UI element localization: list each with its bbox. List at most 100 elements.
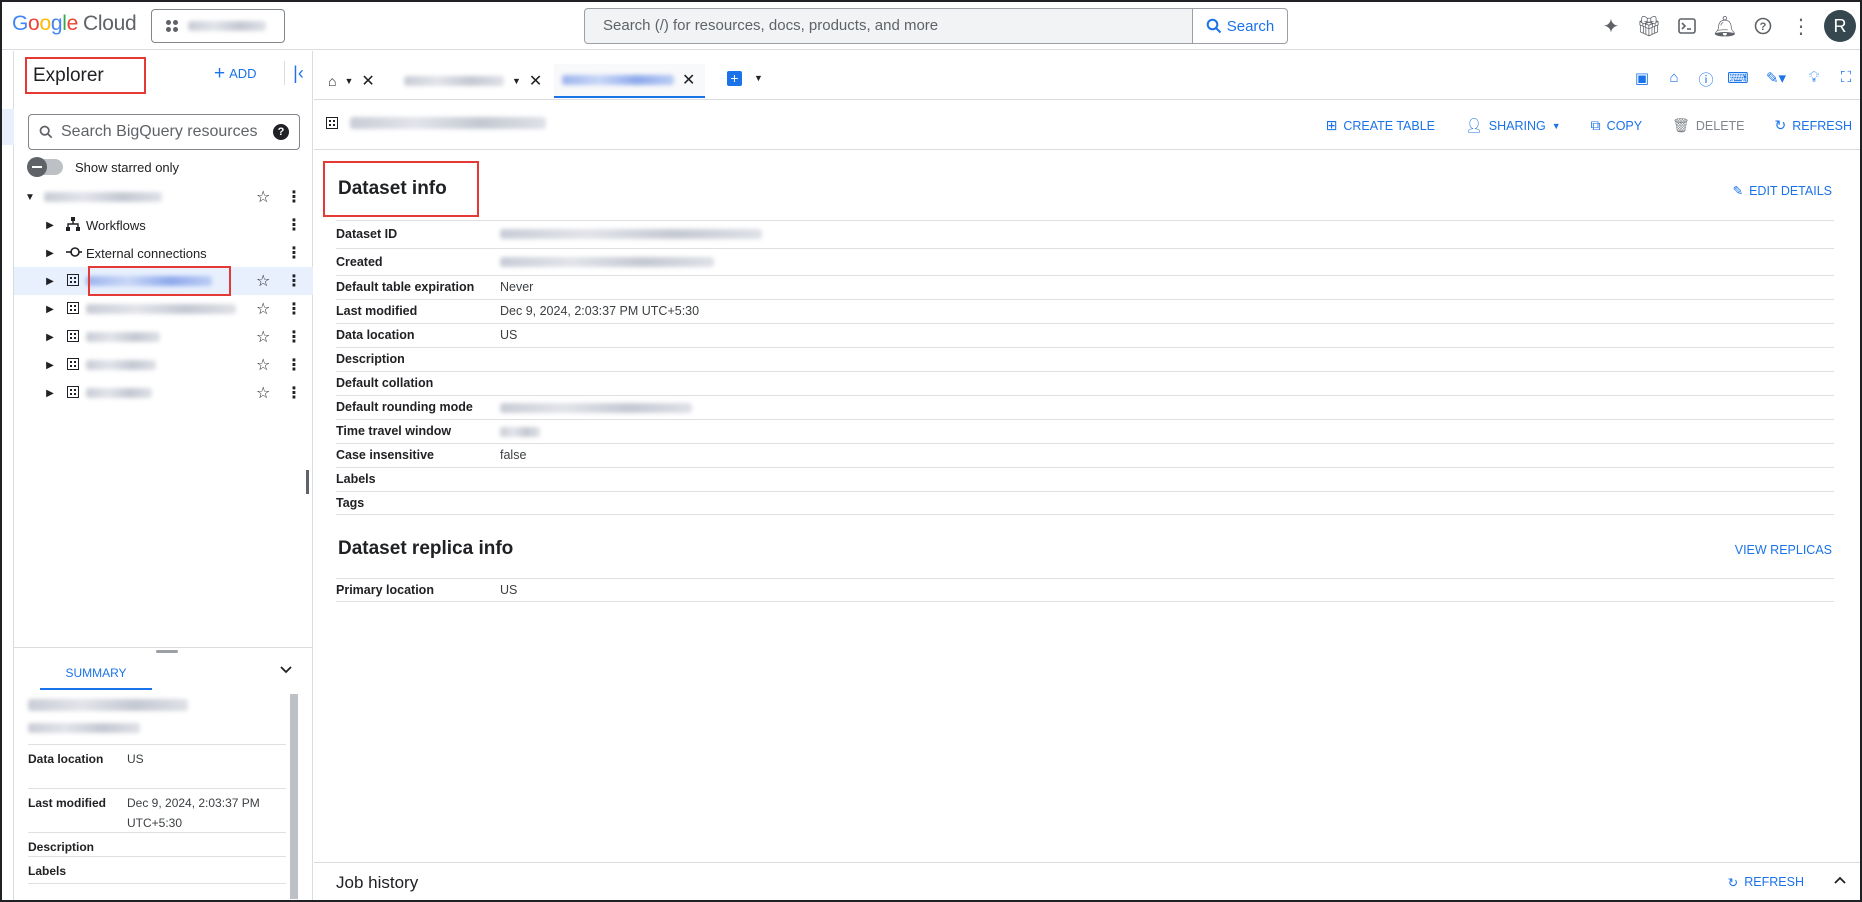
info-row-tags: Tags [336, 491, 1834, 515]
global-search-button[interactable]: Search [1192, 9, 1287, 43]
caret-down-icon[interactable]: ▼ [24, 192, 36, 203]
time-travel-redacted [500, 427, 540, 437]
caret-right-icon[interactable]: ▶ [44, 304, 56, 315]
caret-down-icon[interactable]: ▼ [512, 76, 521, 86]
more-options-icon[interactable]: ⋮ [286, 383, 302, 403]
dataset-name-redacted [86, 332, 160, 342]
project-picker-button[interactable] [151, 9, 285, 43]
close-icon[interactable]: ✕ [682, 70, 695, 90]
caret-right-icon[interactable]: ▶ [44, 388, 56, 399]
star-icon[interactable]: ☆ [256, 355, 270, 375]
panel-resize-handle[interactable] [306, 470, 309, 494]
fullscreen-icon[interactable]: ⛶ [1830, 69, 1862, 90]
summary-project-name [28, 720, 140, 738]
summary-dataset-name [28, 698, 188, 716]
drag-handle[interactable] [156, 650, 178, 653]
dataset-icon [326, 117, 338, 129]
chevron-down-icon[interactable] [280, 662, 292, 677]
tree-item-dataset[interactable]: ▶ ☆ ⋮ [14, 351, 313, 379]
info-row-default-table-expiration: Default table expiration Never [336, 275, 1834, 299]
google-cloud-logo[interactable]: Google Cloud [12, 12, 137, 36]
magic-wand-icon[interactable]: ✎▾ [1754, 69, 1798, 90]
copy-icon: ⧉ [1590, 117, 1601, 133]
screen-settings-icon[interactable]: ▣ [1626, 69, 1658, 90]
more-options-icon[interactable]: ⋮ [286, 215, 302, 235]
star-icon[interactable]: ☆ [256, 187, 270, 207]
star-icon[interactable]: ☆ [256, 299, 270, 319]
sharing-button[interactable]: 👤︎ SHARING ▼ [1465, 117, 1561, 134]
help-icon[interactable]: ? [273, 124, 289, 140]
search-icon [39, 125, 53, 139]
help-icon[interactable]: ? [1744, 8, 1782, 44]
tab-home[interactable]: ⌂ ▼ ✕ [328, 64, 375, 98]
dataset-info-title: Dataset info [338, 178, 447, 199]
explorer-title: Explorer [25, 57, 146, 94]
account-avatar[interactable]: R [1824, 10, 1856, 42]
explorer-search-input[interactable]: Search BigQuery resources ? [28, 114, 300, 150]
star-icon[interactable]: ☆ [256, 327, 270, 347]
refresh-button[interactable]: ↻ REFRESH [1775, 117, 1852, 134]
tree-item-external-connections[interactable]: ▶ External connections ⋮ [14, 239, 313, 267]
more-options-icon[interactable]: ⋮ [1782, 8, 1820, 44]
view-replicas-button[interactable]: VIEW REPLICAS [1735, 543, 1832, 557]
collapse-panel-icon[interactable]: |‹ [284, 61, 312, 85]
add-button[interactable]: + ADD [214, 64, 257, 83]
project-dots-icon [166, 20, 178, 32]
close-icon[interactable]: ✕ [529, 71, 542, 91]
global-search-input[interactable]: Search (/) for resources, docs, products… [585, 9, 1192, 43]
summary-scrollbar[interactable] [290, 694, 298, 899]
star-icon[interactable]: ☆ [256, 271, 270, 291]
create-table-button[interactable]: ⊞ CREATE TABLE [1326, 117, 1435, 134]
tree-item-workflows[interactable]: ▶ Workflows ⋮ [14, 211, 313, 239]
chevron-up-icon[interactable] [1834, 871, 1846, 889]
caret-right-icon[interactable]: ▶ [44, 220, 56, 231]
caret-right-icon[interactable]: ▶ [44, 332, 56, 343]
tree-item-dataset[interactable]: ▶ ☆ ⋮ [14, 295, 313, 323]
caret-right-icon[interactable]: ▶ [44, 360, 56, 371]
project-row[interactable]: ▼ ☆ ⋮ [14, 183, 313, 211]
tab-summary[interactable]: SUMMARY [40, 660, 152, 690]
job-history-refresh-button[interactable]: ↻ REFRESH [1728, 875, 1804, 890]
starred-toggle[interactable] [27, 157, 63, 177]
copy-button[interactable]: ⧉ COPY [1591, 117, 1642, 134]
info-icon[interactable]: ⓘ [1690, 69, 1722, 90]
dataset-name-redacted [350, 117, 546, 129]
tab-title-redacted [562, 75, 674, 85]
global-search: Search (/) for resources, docs, products… [584, 8, 1288, 44]
more-options-icon[interactable]: ⋮ [286, 299, 302, 319]
close-icon[interactable]: ✕ [361, 71, 374, 91]
cloud-shell-icon[interactable] [1668, 8, 1706, 44]
more-options-icon[interactable]: ⋮ [286, 243, 302, 263]
top-bar: Google Cloud Search (/) for resources, do… [0, 0, 1862, 50]
more-options-icon[interactable]: ⋮ [286, 187, 302, 207]
tab-dataset-active[interactable]: ✕ [554, 64, 706, 98]
project-name-redacted [188, 21, 266, 31]
more-options-icon[interactable]: ⋮ [286, 271, 302, 291]
trash-icon: 🗑︎ [1672, 117, 1690, 133]
star-icon[interactable]: ☆ [256, 383, 270, 403]
caret-down-icon[interactable]: ▼ [344, 76, 353, 86]
summary-row: Labels [28, 856, 286, 884]
left-nav-selected[interactable] [0, 109, 14, 145]
tree-item-dataset[interactable]: ▶ ☆ ⋮ [14, 379, 313, 407]
lightbulb-icon[interactable]: 💡︎ [1798, 69, 1830, 90]
notifications-bell-icon[interactable]: 🔔︎ [1706, 8, 1744, 44]
keyboard-icon[interactable]: ⌨ [1722, 69, 1754, 90]
dataset-icon [67, 357, 79, 370]
tab-query[interactable]: ▼ ✕ [404, 64, 542, 98]
job-history-title[interactable]: Job history [336, 873, 418, 893]
edit-details-button[interactable]: ✎ EDIT DETAILS [1733, 183, 1832, 199]
caret-right-icon[interactable]: ▶ [44, 248, 56, 259]
caret-down-icon[interactable]: ▼ [754, 73, 763, 83]
more-options-icon[interactable]: ⋮ [286, 327, 302, 347]
new-tab-plus-icon[interactable]: + [727, 71, 742, 86]
home-icon[interactable]: ⌂ [1658, 69, 1690, 90]
caret-right-icon[interactable]: ▶ [44, 276, 56, 287]
dataset-info-table: Dataset ID Created Default table expirat… [336, 220, 1834, 515]
left-nav-strip [0, 51, 14, 902]
gemini-sparkle-icon[interactable]: ✦ [1592, 8, 1630, 44]
gift-icon[interactable]: 🎁︎ [1630, 8, 1668, 44]
delete-button[interactable]: 🗑︎ DELETE [1672, 117, 1744, 134]
more-options-icon[interactable]: ⋮ [286, 355, 302, 375]
tree-item-dataset[interactable]: ▶ ☆ ⋮ [14, 323, 313, 351]
